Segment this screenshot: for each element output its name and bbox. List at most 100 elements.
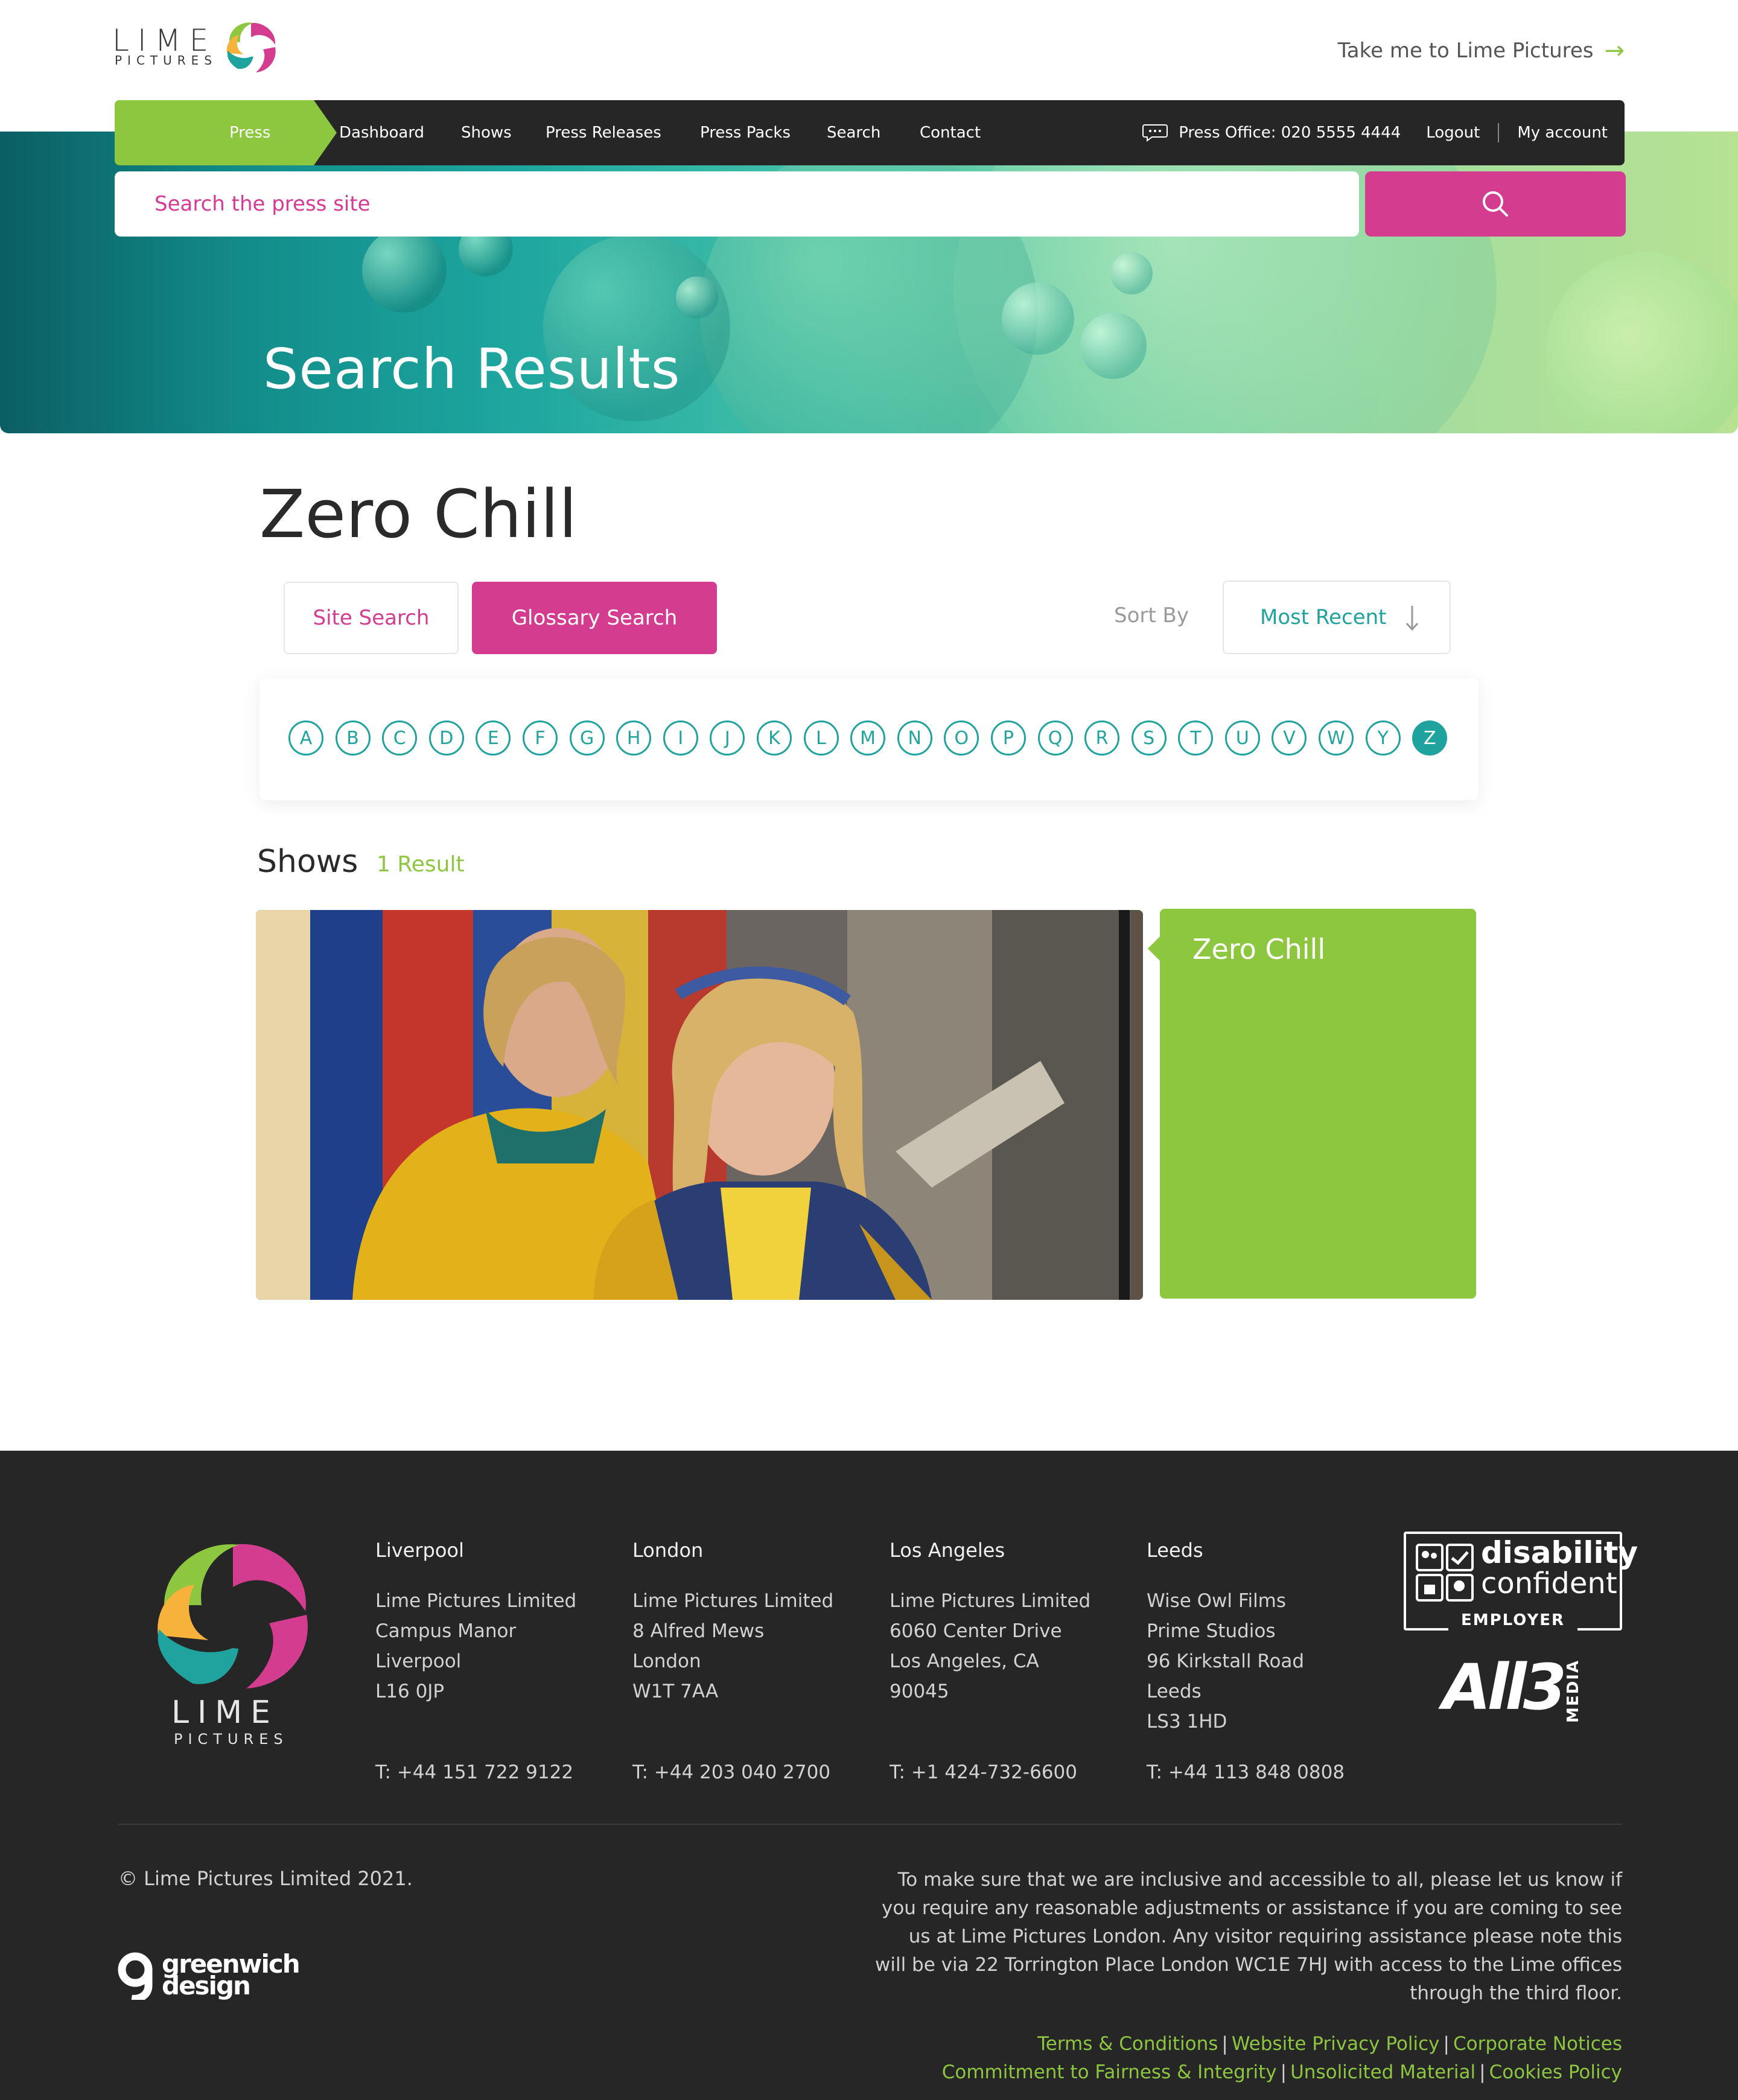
letter-b[interactable]: B — [335, 721, 371, 756]
search-icon — [1483, 191, 1508, 217]
letter-m[interactable]: M — [850, 721, 886, 756]
nav-press-tab[interactable]: Press — [115, 100, 337, 165]
link-unsolicited[interactable]: Unsolicited Material — [1290, 2061, 1475, 2083]
link-separator: | — [1443, 2033, 1450, 2055]
office-line: Leeds — [1147, 1681, 1202, 1702]
office-line: Prime Studios — [1147, 1620, 1276, 1642]
all3-media-label: MEDIA — [1564, 1659, 1582, 1723]
logout-link[interactable]: Logout — [1426, 124, 1480, 142]
office-london: London Lime Pictures Limited 8 Alfred Me… — [632, 1535, 874, 1707]
search-input[interactable]: Search the press site — [115, 171, 1359, 237]
phone-los-angeles[interactable]: T: +1 424-732-6600 — [890, 1757, 1131, 1787]
nav-item-shows[interactable]: Shows — [461, 100, 512, 165]
letter-r[interactable]: R — [1084, 721, 1120, 756]
tab-glossary-search[interactable]: Glossary Search — [472, 582, 717, 654]
letter-q[interactable]: Q — [1037, 721, 1073, 756]
nav-divider — [1498, 123, 1500, 142]
link-cookies[interactable]: Cookies Policy — [1489, 2061, 1622, 2083]
sort-select[interactable]: Most Recent — [1223, 581, 1451, 654]
take-me-link[interactable]: Take me to Lime Pictures → — [1338, 39, 1625, 63]
office-line: 90045 — [890, 1681, 949, 1702]
link-corporate[interactable]: Corporate Notices — [1453, 2033, 1622, 2055]
office-line: W1T 7AA — [632, 1681, 719, 1702]
letter-e[interactable]: E — [476, 721, 511, 756]
accessibility-note: To make sure that we are inclusive and a… — [874, 1869, 1622, 2004]
arrow-down-icon — [1405, 606, 1419, 631]
footer-logo-word: LIME — [171, 1694, 279, 1731]
office-line: LS3 1HD — [1147, 1711, 1227, 1732]
letter-h[interactable]: H — [616, 721, 652, 756]
letter-a[interactable]: A — [288, 721, 323, 756]
letter-k[interactable]: K — [756, 721, 792, 756]
link-fairness[interactable]: Commitment to Fairness & Integrity — [942, 2061, 1277, 2083]
result-count: 1 Result — [377, 852, 465, 877]
office-line: Liverpool — [375, 1650, 462, 1672]
office-line: Campus Manor — [375, 1620, 517, 1642]
letter-w[interactable]: W — [1319, 721, 1354, 756]
letter-f[interactable]: F — [522, 721, 558, 756]
footer-divider — [118, 1824, 1622, 1825]
phone-leeds[interactable]: T: +44 113 848 0808 — [1147, 1757, 1388, 1787]
office-liverpool: Liverpool Lime Pictures Limited Campus M… — [375, 1535, 617, 1707]
footer-lime-logo[interactable]: LIME PICTURES — [142, 1533, 323, 1756]
office-line: 6060 Center Drive — [890, 1620, 1062, 1642]
letter-s[interactable]: S — [1131, 721, 1167, 756]
letter-t[interactable]: T — [1178, 721, 1214, 756]
phone-london[interactable]: T: +44 203 040 2700 — [632, 1757, 874, 1787]
search-button[interactable] — [1365, 171, 1626, 237]
letter-u[interactable]: U — [1224, 721, 1260, 756]
show-card-info[interactable]: Zero Chill — [1148, 909, 1476, 1299]
link-privacy[interactable]: Website Privacy Policy — [1232, 2033, 1440, 2055]
lime-pictures-logo[interactable]: LIME PICTURES — [112, 17, 281, 77]
letter-o[interactable]: O — [944, 721, 979, 756]
bubble-decoration — [1545, 252, 1738, 433]
office-los-angeles: Los Angeles Lime Pictures Limited 6060 C… — [890, 1535, 1131, 1707]
all3-media-logo[interactable]: All3 — [1442, 1656, 1567, 1719]
footer-logo-sub: PICTURES — [174, 1731, 288, 1748]
nav-item-press-releases[interactable]: Press Releases — [546, 100, 661, 165]
greenwich-design-logo[interactable]: greenwich design — [116, 1952, 301, 2006]
nav-item-dashboard[interactable]: Dashboard — [339, 100, 424, 165]
main-nav: Press Dashboard Shows Press Releases Pre… — [115, 100, 1625, 165]
bubble-decoration — [362, 228, 447, 313]
bubble-decoration — [1002, 282, 1074, 355]
letter-v[interactable]: V — [1272, 721, 1307, 756]
letter-n[interactable]: N — [897, 721, 932, 756]
nav-item-search[interactable]: Search — [827, 100, 880, 165]
office-line: 96 Kirkstall Road — [1147, 1650, 1305, 1672]
nav-item-contact[interactable]: Contact — [920, 100, 981, 165]
nav-item-press-packs[interactable]: Press Packs — [700, 100, 791, 165]
letter-l[interactable]: L — [803, 721, 839, 756]
copyright: © Lime Pictures Limited 2021. — [118, 1867, 413, 1890]
letter-i[interactable]: I — [663, 721, 698, 756]
lime-swirl-icon — [226, 22, 276, 72]
office-line: Los Angeles, CA — [890, 1650, 1039, 1672]
logo-word: LIME — [112, 23, 217, 58]
arrow-right-icon: → — [1604, 37, 1625, 65]
office-city: Los Angeles — [890, 1539, 1005, 1562]
tab-site-search[interactable]: Site Search — [284, 582, 459, 654]
press-office-phone[interactable]: Press Office: 020 5555 4444 — [1179, 124, 1401, 142]
office-leeds: Leeds Wise Owl Films Prime Studios 96 Ki… — [1147, 1535, 1388, 1737]
office-line: London — [632, 1650, 701, 1672]
link-separator: | — [1479, 2061, 1486, 2083]
link-terms[interactable]: Terms & Conditions — [1037, 2033, 1218, 2055]
letter-d[interactable]: D — [428, 721, 464, 756]
phone-liverpool[interactable]: T: +44 151 722 9122 — [375, 1757, 617, 1787]
letter-p[interactable]: P — [990, 721, 1026, 756]
letter-z[interactable]: Z — [1412, 721, 1448, 756]
letter-g[interactable]: G — [569, 721, 605, 756]
letter-j[interactable]: J — [710, 721, 745, 756]
letter-y[interactable]: Y — [1365, 721, 1401, 756]
disability-confident-icon — [1416, 1544, 1474, 1602]
show-card-title[interactable]: Zero Chill — [1192, 933, 1325, 966]
badge-line-3: EMPLOYER — [1448, 1610, 1577, 1631]
my-account-link[interactable]: My account — [1517, 124, 1608, 142]
bubble-decoration — [1080, 313, 1147, 379]
badge-line-2: confident — [1481, 1567, 1617, 1600]
hero-title: Search Results — [263, 337, 681, 401]
show-card-image[interactable] — [256, 910, 1143, 1300]
section-title: Shows — [257, 844, 358, 880]
footer: LIME PICTURES Liverpool Lime Pictures Li… — [0, 1451, 1738, 2100]
letter-c[interactable]: C — [382, 721, 418, 756]
